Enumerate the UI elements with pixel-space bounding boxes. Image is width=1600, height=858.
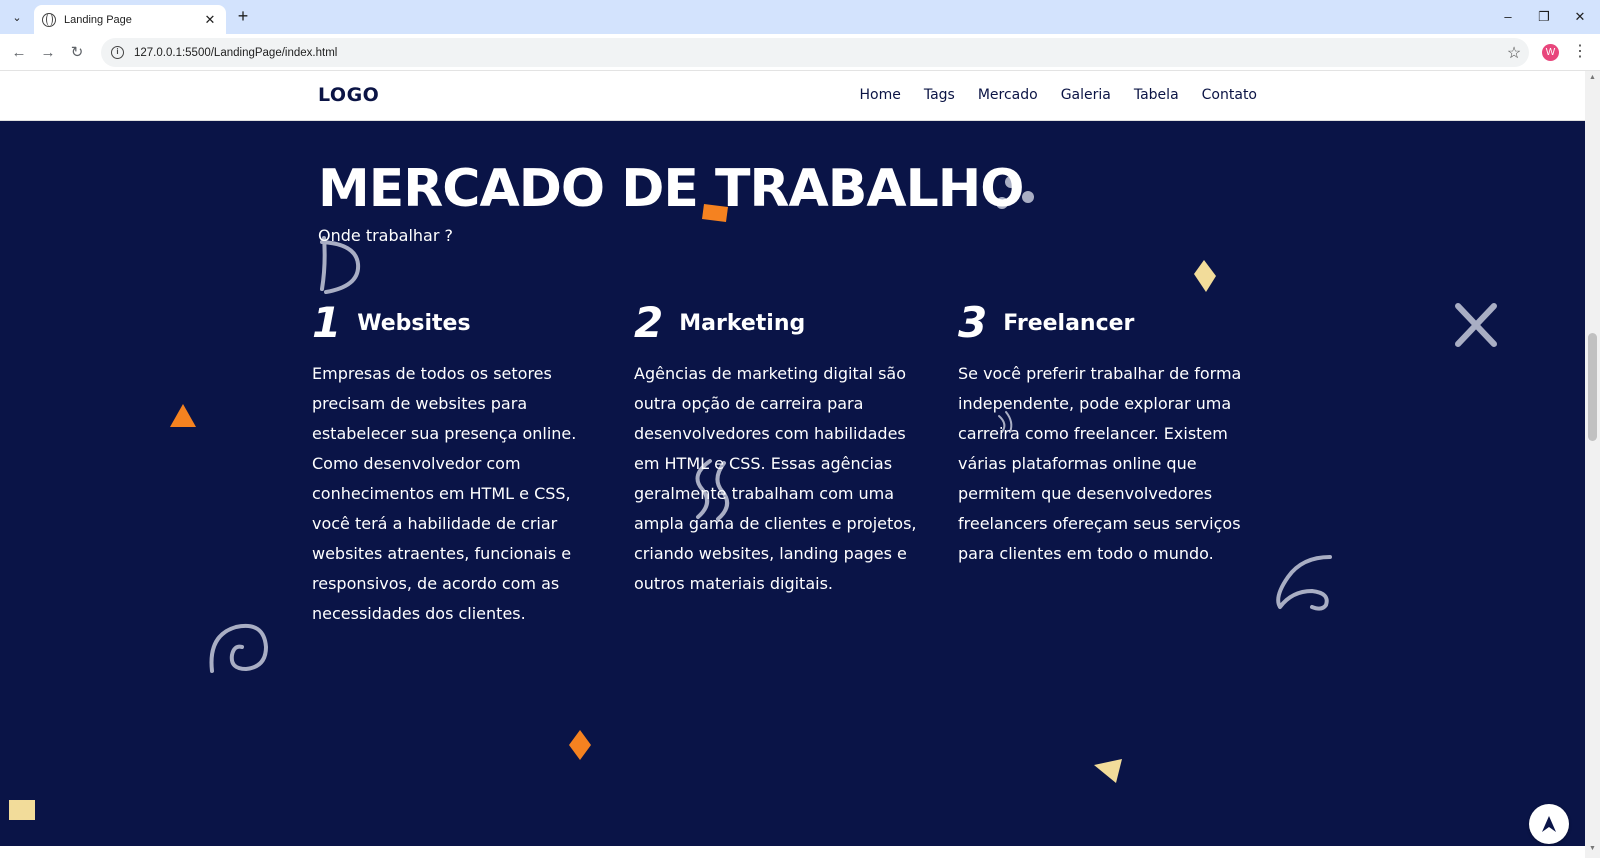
site-logo[interactable]: LOGO bbox=[318, 84, 379, 106]
nav-galeria[interactable]: Galeria bbox=[1061, 87, 1111, 103]
reload-icon[interactable]: ↻ bbox=[66, 42, 88, 64]
card-text: Se você preferir trabalhar de forma inde… bbox=[958, 364, 1242, 563]
site-info-icon[interactable]: i bbox=[111, 46, 124, 59]
curl-doodle-shape bbox=[1276, 555, 1332, 611]
card-text: Empresas de todos os setores precisam de… bbox=[312, 364, 577, 623]
cream-square-shape bbox=[9, 800, 35, 820]
globe-icon bbox=[42, 12, 56, 27]
restore-button[interactable]: ❐ bbox=[1532, 6, 1556, 28]
card-number: 1 bbox=[312, 298, 342, 347]
section-subtitle: Onde trabalhar ? bbox=[318, 226, 453, 245]
cream-triangle-shape bbox=[1094, 759, 1122, 783]
section-title: MERCADO DE TRABALHO bbox=[318, 159, 1024, 219]
card-freelancer: 3 Freelancer Se você preferir trabalhar … bbox=[958, 301, 1253, 569]
menu-kebab-icon[interactable]: ⋮ bbox=[1572, 41, 1588, 61]
x-cross-shape bbox=[1455, 303, 1497, 347]
nav-tabela[interactable]: Tabela bbox=[1134, 87, 1179, 103]
cream-diamond-shape bbox=[1194, 260, 1216, 292]
site-header: LOGO Home Tags Mercado Galeria Tabela Co… bbox=[0, 71, 1585, 121]
page-scrollbar[interactable]: ▲ ▼ bbox=[1585, 71, 1600, 858]
profile-avatar[interactable]: W bbox=[1542, 44, 1559, 61]
next-section-edge bbox=[0, 846, 1585, 858]
close-tab-icon[interactable]: ✕ bbox=[202, 12, 218, 28]
scroll-down-arrow-icon[interactable]: ▼ bbox=[1588, 845, 1597, 852]
nav-mercado[interactable]: Mercado bbox=[978, 87, 1038, 103]
card-text: Agências de marketing digital são outra … bbox=[634, 364, 917, 593]
scroll-up-arrow-icon[interactable]: ▲ bbox=[1588, 74, 1597, 81]
card-marketing: 2 Marketing Agências de marketing digita… bbox=[634, 301, 929, 599]
card-title: Marketing bbox=[679, 310, 806, 336]
card-number: 3 bbox=[958, 298, 988, 347]
minimize-button[interactable]: – bbox=[1496, 6, 1520, 28]
tab-list-chevron-icon[interactable]: ⌄ bbox=[6, 6, 28, 28]
url-text[interactable]: 127.0.0.1:5500/LandingPage/index.html bbox=[134, 47, 1499, 59]
back-arrow-icon[interactable]: ← bbox=[8, 42, 30, 64]
nav-contato[interactable]: Contato bbox=[1202, 87, 1257, 103]
browser-tab[interactable]: Landing Page ✕ bbox=[34, 5, 226, 34]
tab-title: Landing Page bbox=[64, 13, 132, 26]
card-websites: 1 Websites Empresas de todos os setores … bbox=[312, 301, 607, 629]
address-bar[interactable]: i 127.0.0.1:5500/LandingPage/index.html … bbox=[101, 38, 1529, 67]
back-to-top-button[interactable] bbox=[1529, 804, 1569, 844]
nav-tags[interactable]: Tags bbox=[924, 87, 955, 103]
browser-toolbar: ← → ↻ i 127.0.0.1:5500/LandingPage/index… bbox=[0, 34, 1600, 71]
close-window-button[interactable]: ✕ bbox=[1568, 6, 1592, 28]
card-title: Websites bbox=[357, 310, 471, 336]
new-tab-button[interactable]: + bbox=[232, 6, 254, 28]
browser-tab-bar: ⌄ Landing Page ✕ + – ❐ ✕ bbox=[0, 0, 1600, 34]
bookmark-star-icon[interactable]: ☆ bbox=[1499, 43, 1529, 63]
forward-arrow-icon[interactable]: → bbox=[37, 42, 59, 64]
orange-triangle-shape bbox=[170, 404, 196, 427]
site-nav: Home Tags Mercado Galeria Tabela Contato bbox=[859, 87, 1257, 103]
card-number: 2 bbox=[634, 298, 664, 347]
nav-home[interactable]: Home bbox=[859, 87, 900, 103]
arrow-up-icon bbox=[1542, 816, 1556, 832]
spiral-doodle-shape bbox=[209, 624, 269, 673]
scrollbar-thumb[interactable] bbox=[1588, 333, 1597, 441]
orange-diamond-shape bbox=[569, 730, 591, 760]
page-viewport: LOGO Home Tags Mercado Galeria Tabela Co… bbox=[0, 71, 1600, 858]
card-title: Freelancer bbox=[1003, 310, 1135, 336]
